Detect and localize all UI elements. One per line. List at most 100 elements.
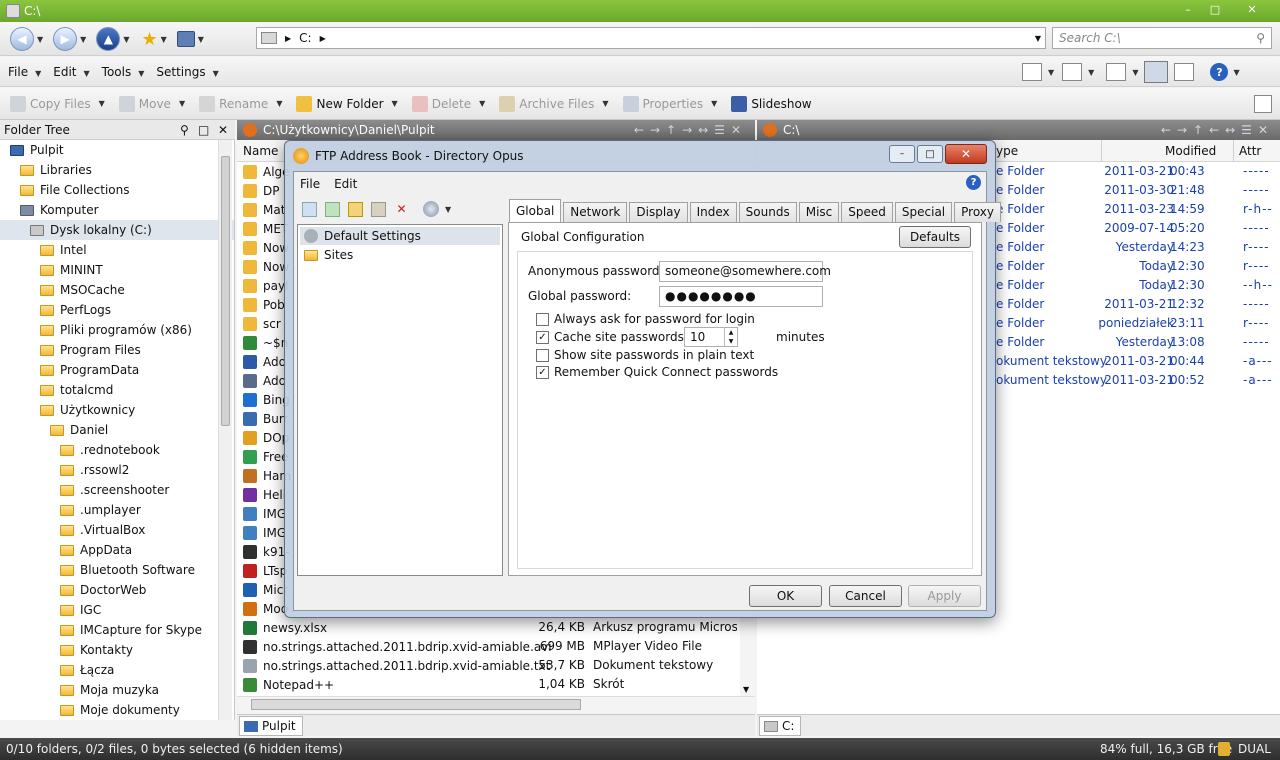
scrollbar-thumb[interactable] xyxy=(221,156,230,426)
delete-button[interactable]: Delete ▼ xyxy=(411,95,485,112)
tree-item[interactable]: Daniel xyxy=(0,420,234,440)
delete-icon[interactable]: ✕ xyxy=(394,202,409,217)
close-button[interactable]: ✕ xyxy=(1242,2,1262,18)
column-type[interactable]: ype xyxy=(996,144,1018,158)
viewer-pane-icon[interactable] xyxy=(1174,63,1195,81)
tab-pulpit[interactable]: Pulpit xyxy=(239,716,303,736)
tree-item[interactable]: .rssowl2 xyxy=(0,460,234,480)
column-modified[interactable]: Modified xyxy=(1165,144,1216,158)
toolbar-settings-icon[interactable] xyxy=(1254,94,1272,113)
move-button[interactable]: Move ▼ xyxy=(118,95,185,112)
anonymous-password-field[interactable]: someone@somewhere.com xyxy=(659,261,831,282)
dialog-menu-file[interactable]: File xyxy=(300,177,320,191)
chevron-down-icon[interactable]: ▼ xyxy=(161,35,167,44)
minimize-button[interactable]: – xyxy=(889,145,915,163)
ok-button[interactable]: OK xyxy=(749,585,822,607)
tree-item[interactable]: Łącza xyxy=(0,660,234,680)
new-site-icon[interactable] xyxy=(302,201,317,217)
tab-display[interactable]: Display xyxy=(629,202,688,222)
show-plain-text-checkbox[interactable]: Show site passwords in plain text xyxy=(536,346,754,364)
folder-tree-scrollbar[interactable] xyxy=(218,140,232,720)
maximize-button[interactable]: □ xyxy=(1205,2,1225,18)
search-input[interactable]: Search C:\ ⚲ xyxy=(1052,27,1272,49)
menu-file[interactable]: File ▼ xyxy=(8,65,41,79)
tree-item[interactable]: Użytkownicy xyxy=(0,400,234,420)
breadcrumb-arrow-icon[interactable]: ▶ xyxy=(320,34,326,43)
minimize-button[interactable]: – xyxy=(1178,2,1198,18)
menu-settings[interactable]: Settings ▼ xyxy=(156,65,218,79)
tab-speed[interactable]: Speed xyxy=(841,202,893,222)
always-ask-checkbox[interactable]: Always ask for password for login xyxy=(536,310,755,328)
properties-button[interactable]: Properties ▼ xyxy=(622,95,717,112)
global-password-field[interactable]: ●●●●●●●● xyxy=(659,286,823,307)
file-row[interactable]: no.strings.attached.2011.bdrip.xvid-amia… xyxy=(237,637,755,656)
tree-item[interactable]: totalcmd xyxy=(0,380,234,400)
chevron-down-icon[interactable]: ▼ xyxy=(80,35,86,44)
tree-item[interactable]: Libraries xyxy=(0,160,234,180)
cache-minutes-spinner[interactable]: 10 ▲ ▼ xyxy=(684,327,738,347)
tree-item[interactable]: Moja muzyka xyxy=(0,680,234,700)
tree-item[interactable]: PerfLogs xyxy=(0,300,234,320)
cancel-button[interactable]: Cancel xyxy=(829,585,902,607)
tab-c-drive[interactable]: C: xyxy=(759,716,802,736)
import-icon[interactable] xyxy=(371,201,386,217)
slideshow-button[interactable]: Slideshow xyxy=(731,95,812,112)
chevron-down-icon[interactable]: ▼ xyxy=(123,35,129,44)
chevron-down-icon[interactable]: ▼ xyxy=(37,35,43,44)
menu-edit[interactable]: Edit ▼ xyxy=(53,65,89,79)
tree-item[interactable]: AppData xyxy=(0,540,234,560)
breadcrumb-drive[interactable]: C: xyxy=(299,31,311,45)
tree-item[interactable]: .screenshooter xyxy=(0,480,234,500)
tab-sounds[interactable]: Sounds xyxy=(738,202,797,222)
pane-nav-icons[interactable]: ←→↑→↔☰✕ xyxy=(634,123,747,137)
help-icon[interactable]: ? xyxy=(1210,63,1229,81)
tree-item[interactable]: Pulpit xyxy=(0,140,234,160)
rename-button[interactable]: Rename ▼ xyxy=(199,95,282,112)
tree-item[interactable]: ProgramData xyxy=(0,360,234,380)
menu-tools[interactable]: Tools ▼ xyxy=(102,65,145,79)
tree-item[interactable]: IMCapture for Skype xyxy=(0,620,234,640)
column-name[interactable]: Name xyxy=(243,144,278,158)
layout-icon[interactable] xyxy=(1106,63,1127,81)
file-row[interactable]: Notepad++ 1,04 KB Skrót xyxy=(237,675,755,694)
tab-special[interactable]: Special xyxy=(894,202,953,222)
tree-item[interactable]: Intel xyxy=(0,240,234,260)
file-row[interactable]: newsy.xlsx 26,4 KB Arkusz programu Microso… xyxy=(237,618,755,637)
tree-item[interactable]: Komputer xyxy=(0,200,234,220)
chevron-down-icon[interactable]: ▼ xyxy=(198,35,204,44)
close-button[interactable]: ✕ xyxy=(945,144,987,164)
file-row[interactable]: no.strings.attached.2011.bdrip.xvid-amia… xyxy=(237,656,755,675)
defaults-button[interactable]: Defaults xyxy=(899,226,971,248)
tab-proxy[interactable]: Proxy xyxy=(954,202,1002,222)
tab-misc[interactable]: Misc xyxy=(798,202,840,222)
help-icon[interactable]: ? xyxy=(966,175,981,190)
tree-item-sites[interactable]: Sites xyxy=(300,246,353,264)
maximize-button[interactable]: □ xyxy=(917,145,943,163)
tree-item[interactable]: Moje dokumenty xyxy=(0,700,234,720)
tree-item[interactable]: Dysk lokalny (C:) xyxy=(0,220,234,240)
dialog-menu-edit[interactable]: Edit xyxy=(334,177,357,191)
tree-item[interactable]: .umplayer xyxy=(0,500,234,520)
search-icon[interactable]: ⚲ xyxy=(180,123,189,137)
copy-files-button[interactable]: Copy Files ▼ xyxy=(10,95,105,112)
tree-item[interactable]: Kontakty xyxy=(0,640,234,660)
scrollbar-thumb[interactable] xyxy=(251,699,581,710)
add-icon[interactable] xyxy=(325,201,340,217)
address-bar[interactable]: ▶ C: ▶ ▼ xyxy=(256,27,1046,49)
tree-item[interactable]: IGC xyxy=(0,600,234,620)
network-icon[interactable] xyxy=(176,31,195,47)
tree-item[interactable]: Program Files xyxy=(0,340,234,360)
remember-quick-connect-checkbox[interactable]: ✓ Remember Quick Connect passwords xyxy=(536,363,778,381)
tree-item[interactable]: .rednotebook xyxy=(0,440,234,460)
forward-button[interactable]: ▶ xyxy=(53,27,78,51)
tree-item[interactable]: MININT xyxy=(0,260,234,280)
chevron-down-icon[interactable]: ▼ xyxy=(1035,34,1041,43)
archive-files-button[interactable]: Archive Files ▼ xyxy=(499,95,609,112)
tab-index[interactable]: Index xyxy=(689,202,737,222)
view-mode-icon[interactable] xyxy=(1022,63,1042,81)
new-folder-icon[interactable] xyxy=(348,201,363,217)
breadcrumb-arrow-icon[interactable]: ▶ xyxy=(285,34,291,43)
favorites-star-icon[interactable]: ★ xyxy=(141,29,157,50)
pin-icon[interactable]: □ xyxy=(198,123,209,137)
tab-global[interactable]: Global xyxy=(509,199,562,222)
